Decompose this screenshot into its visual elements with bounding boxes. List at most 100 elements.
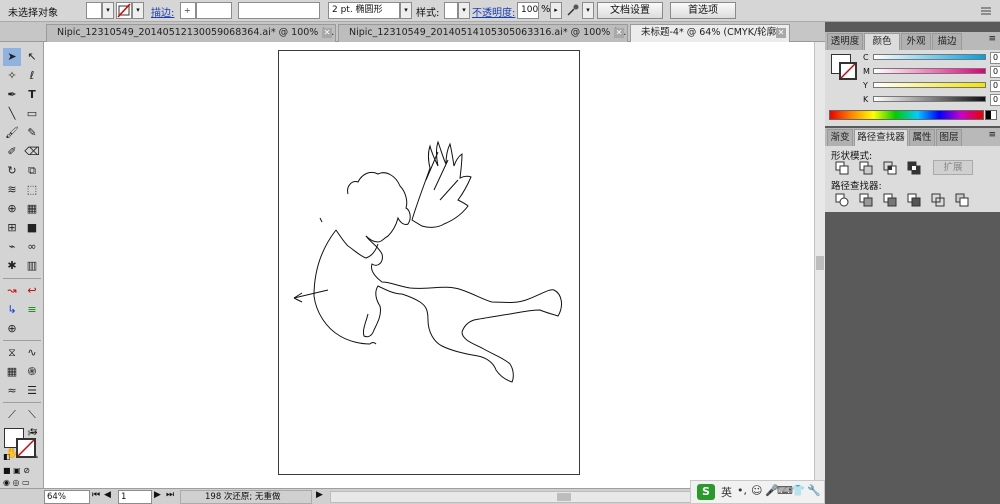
direct-selection-tool-icon[interactable]: ↖: [23, 48, 41, 66]
selection-tool-icon[interactable]: ➤: [3, 48, 21, 66]
brush-dropdown[interactable]: ▾: [400, 2, 412, 19]
close-icon[interactable]: ✕: [322, 28, 332, 38]
settings-icon[interactable]: 🔧: [807, 484, 821, 497]
status-menu-icon[interactable]: ▶: [316, 490, 323, 500]
color-spectrum-bar[interactable]: [829, 110, 984, 120]
recolor-artwork-icon[interactable]: [566, 3, 580, 17]
opacity-field[interactable]: 100: [517, 2, 539, 19]
blend-tool-icon[interactable]: ∞: [23, 238, 41, 256]
eraser-tool-icon[interactable]: ⌫: [23, 143, 41, 161]
exclude-icon[interactable]: [907, 161, 921, 175]
brush-definition-field[interactable]: 2 pt. 椭圆形: [328, 2, 400, 19]
blob-brush-tool-icon[interactable]: ✐: [3, 143, 21, 161]
column-graph-tool-icon[interactable]: ▥: [23, 257, 41, 275]
next-artboard-icon[interactable]: ▶: [154, 490, 161, 500]
default-colors-icon[interactable]: ◧: [3, 452, 11, 461]
crop-icon[interactable]: [907, 193, 921, 207]
rectangle-tool-icon[interactable]: ▭: [23, 105, 41, 123]
magic-wand-tool-icon[interactable]: ✧: [3, 67, 21, 85]
tab-pathfinder[interactable]: 路径查找器: [854, 129, 908, 146]
stroke-color-swatch[interactable]: [16, 438, 36, 458]
tab-attributes[interactable]: 属性: [909, 129, 935, 146]
yellow-field[interactable]: 0: [990, 80, 1000, 92]
eyedropper-tool-icon[interactable]: ⌁: [3, 238, 21, 256]
scale-tool-icon[interactable]: ⧉: [23, 162, 41, 180]
stroke-dropdown[interactable]: ▾: [132, 2, 144, 19]
opacity-link[interactable]: 不透明度:: [472, 4, 515, 19]
preferences-button[interactable]: 首选项: [670, 2, 736, 19]
tab-transparency[interactable]: 透明度: [827, 33, 863, 50]
first-artboard-icon[interactable]: ⏮: [92, 490, 100, 500]
wave-tool-icon[interactable]: ∿: [23, 344, 41, 362]
green-tool-icon[interactable]: ≡: [23, 301, 41, 319]
document-setup-button[interactable]: 文档设置: [597, 2, 663, 19]
red-curve-tool-icon[interactable]: ↩: [23, 282, 41, 300]
outline-icon[interactable]: [931, 193, 945, 207]
tab-layers[interactable]: 图层: [936, 129, 962, 146]
tab-gradient[interactable]: 渐变: [827, 129, 853, 146]
artboard-shape-tool-icon[interactable]: ⧖: [3, 344, 21, 362]
measure-tool-icon[interactable]: ⟋: [3, 406, 21, 424]
spiral-tool-icon[interactable]: ֍: [23, 363, 41, 381]
ime-logo[interactable]: S: [697, 484, 715, 500]
variable-width-field[interactable]: [238, 2, 320, 19]
style-dropdown[interactable]: ▾: [458, 2, 470, 19]
panel-stroke-swatch[interactable]: [839, 62, 857, 80]
gradient-tool-icon[interactable]: ■: [23, 219, 41, 237]
skin-icon[interactable]: 👕: [791, 484, 805, 497]
prev-artboard-icon[interactable]: ◀: [104, 490, 111, 500]
perspective-grid-tool-icon[interactable]: ▦: [23, 200, 41, 218]
cyan-slider[interactable]: [873, 54, 986, 60]
opacity-dropdown[interactable]: ▸: [550, 2, 562, 19]
stroke-weight-field[interactable]: [196, 2, 232, 19]
mesh-tool-icon[interactable]: ⊞: [3, 219, 21, 237]
fill-swatch[interactable]: [86, 2, 102, 19]
expand-button[interactable]: 扩展: [933, 160, 973, 175]
ime-language[interactable]: 英: [721, 484, 732, 500]
minus-front-icon[interactable]: [859, 161, 873, 175]
artboard-number-field[interactable]: 1: [118, 490, 152, 504]
cupid-outline-artwork[interactable]: [278, 50, 580, 475]
unite-icon[interactable]: [835, 161, 849, 175]
close-icon[interactable]: ✕: [776, 28, 786, 38]
magenta-slider[interactable]: [873, 68, 986, 74]
panel-menu-icon[interactable]: ≡: [988, 130, 996, 140]
pencil-tool-icon[interactable]: ✎: [23, 124, 41, 142]
recolor-dropdown[interactable]: ▾: [582, 2, 594, 19]
color-mode-buttons[interactable]: ■ ▣ ⊘: [3, 466, 43, 476]
magenta-field[interactable]: 0: [990, 66, 1000, 78]
tab-stroke[interactable]: 描边: [932, 33, 962, 50]
stroke-weight-stepper[interactable]: ÷: [180, 2, 196, 19]
zigzag-tool-icon[interactable]: ≈: [3, 382, 21, 400]
screen-mode-buttons[interactable]: ◉ ◎ ▭: [3, 478, 43, 488]
target-tool-icon[interactable]: ⊕: [3, 320, 21, 338]
merge-icon[interactable]: [883, 193, 897, 207]
tab-color[interactable]: 颜色: [864, 33, 900, 50]
minus-back-icon[interactable]: [955, 193, 969, 207]
punctuation-icon[interactable]: •,: [737, 484, 747, 497]
blue-tool-icon[interactable]: ↳: [3, 301, 21, 319]
cyan-field[interactable]: 0: [990, 52, 1000, 64]
tab-document-2[interactable]: Nipic_12310549_20140514105305063316.ai* …: [338, 24, 628, 42]
divide-icon[interactable]: [835, 193, 849, 207]
scroll-thumb[interactable]: [816, 256, 824, 270]
slice-tool-icon[interactable]: ⟍: [23, 406, 41, 424]
black-white-swatch[interactable]: [985, 110, 997, 120]
grid-tool-icon[interactable]: ▦: [3, 363, 21, 381]
close-icon[interactable]: ✕: [614, 28, 624, 38]
panel-menu-icon[interactable]: [980, 5, 992, 17]
line-tool-icon[interactable]: ╲: [3, 105, 21, 123]
vertical-scrollbar[interactable]: [814, 42, 825, 488]
pen-tool-icon[interactable]: ✒: [3, 86, 21, 104]
shape-builder-tool-icon[interactable]: ⊕: [3, 200, 21, 218]
panel-menu-icon[interactable]: ≡: [988, 34, 996, 44]
free-transform-tool-icon[interactable]: ⬚: [23, 181, 41, 199]
red-tool-icon[interactable]: ↝: [3, 282, 21, 300]
tab-document-active[interactable]: 未标题-4* @ 64% (CMYK/轮廓) ✕: [630, 24, 790, 42]
intersect-icon[interactable]: [883, 161, 897, 175]
scroll-thumb[interactable]: [557, 493, 571, 501]
last-artboard-icon[interactable]: ⏭: [166, 490, 174, 500]
black-slider[interactable]: [873, 96, 986, 102]
tab-document-1[interactable]: Nipic_12310549_20140512130059068364.ai* …: [46, 24, 336, 42]
swap-fill-stroke-icon[interactable]: ⇆: [30, 427, 38, 437]
